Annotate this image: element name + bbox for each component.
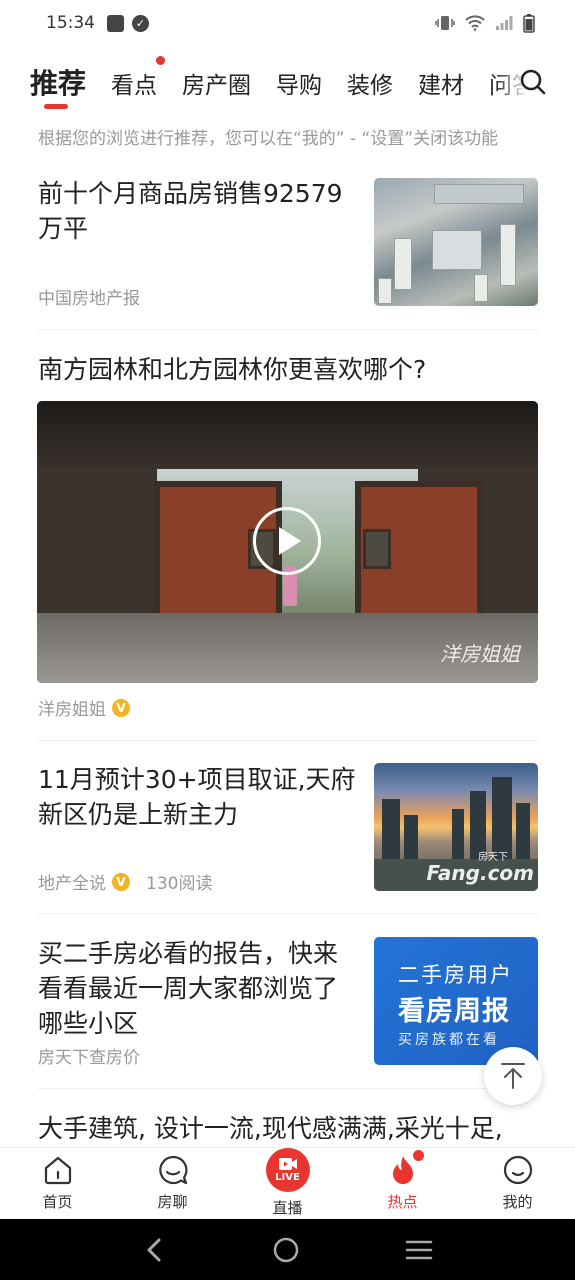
thumb-tower — [382, 799, 400, 861]
verified-icon: V — [112, 698, 130, 717]
nav-live[interactable]: LIVE 直播 — [230, 1148, 345, 1219]
thumb-tower — [452, 809, 464, 861]
banner-line-3: 买房族都在看 — [398, 1032, 500, 1048]
system-navigation-bar — [0, 1219, 575, 1280]
message-notification-icon — [107, 14, 124, 32]
nav-label: 直播 — [272, 1199, 303, 1217]
category-tabs: 推荐 看点 房产圈 导购 装修 建材 问答 — [0, 56, 575, 112]
article-thumbnail-aerial-city[interactable] — [374, 178, 538, 306]
thumb-building — [434, 184, 524, 204]
nav-label: 热点 — [387, 1193, 418, 1211]
article-meta: 房天下查房价 — [38, 1043, 140, 1068]
nav-chat[interactable]: 房聊 — [115, 1148, 230, 1219]
thumb-building — [394, 238, 412, 290]
notification-icons: ✓ — [107, 14, 149, 32]
divider — [38, 913, 538, 914]
article-title: 11月预计30+项目取证,天府新区仍是上新主力 — [38, 765, 356, 829]
banner-line-2: 看房周报 — [398, 996, 510, 1027]
article-thumbnail-skyline[interactable]: 房天下 Fang.com — [374, 763, 538, 891]
feed-item-4[interactable]: 买二手房必看的报告，快来看看最近一周大家都浏览了哪些小区 — [38, 936, 348, 1041]
video-scene — [355, 481, 483, 629]
feed-item-3[interactable]: 11月预计30+项目取证,天府新区仍是上新主力 — [38, 762, 358, 832]
article-source: 洋房姐姐 — [38, 700, 106, 720]
signal-icon — [496, 16, 513, 30]
thumb-building — [500, 224, 516, 286]
recommendation-hint: 根据您的浏览进行推荐，您可以在“我的” - “设置”关闭该功能 — [38, 129, 499, 149]
tab-property-circle[interactable]: 房产圈 — [182, 56, 251, 100]
article-thumbnail-banner[interactable]: 二手房用户 看房周报 买房族都在看 — [374, 937, 538, 1065]
video-watermark: 洋房姐姐 — [440, 642, 520, 666]
article-title: 前十个月商品房销售92579万平 — [38, 179, 343, 243]
thumb-tower — [516, 803, 530, 861]
article-title: 买二手房必看的报告，快来看看最近一周大家都浏览了哪些小区 — [38, 939, 339, 1038]
tab-highlights[interactable]: 看点 — [111, 56, 166, 100]
battery-icon — [523, 14, 535, 33]
check-notification-icon: ✓ — [132, 14, 149, 32]
thumb-building — [378, 278, 392, 304]
read-count: 130阅读 — [146, 874, 213, 894]
article-meta: 地产全说 V 130阅读 — [38, 869, 212, 894]
nav-label: 我的 — [502, 1193, 533, 1211]
nav-home[interactable]: 首页 — [0, 1148, 115, 1219]
article-title: 大手建筑, 设计一流,现代感满满,采光十足, — [38, 1114, 503, 1143]
tab-materials[interactable]: 建材 — [418, 56, 464, 100]
vibrate-icon — [435, 16, 455, 30]
tab-recommend[interactable]: 推荐 — [30, 56, 86, 109]
tab-shopping-guide[interactable]: 导购 — [276, 56, 322, 100]
back-icon[interactable] — [143, 1236, 167, 1264]
status-bar: 15:34 ✓ — [0, 0, 575, 46]
feed-item-2[interactable]: 南方园林和北方园林你更喜欢哪个? — [38, 352, 538, 387]
article-source: 中国房地产报 — [38, 289, 140, 309]
arrow-up-icon — [501, 1063, 525, 1089]
video-scene — [363, 529, 391, 569]
video-scene — [37, 401, 538, 471]
divider — [38, 1088, 538, 1089]
fang-logo: Fang.com — [426, 861, 534, 885]
status-time: 15:34 — [46, 13, 95, 33]
play-icon[interactable] — [253, 507, 321, 575]
article-source: 房天下查房价 — [38, 1048, 140, 1068]
thumb-building — [432, 230, 482, 270]
verified-icon: V — [112, 872, 130, 891]
back-to-top-button[interactable] — [484, 1047, 542, 1105]
divider — [38, 740, 538, 741]
home-circle-icon[interactable] — [272, 1236, 300, 1264]
recents-icon[interactable] — [405, 1238, 433, 1262]
article-title: 南方园林和北方园林你更喜欢哪个? — [38, 355, 427, 384]
video-scene — [37, 469, 157, 629]
nav-label: 首页 — [42, 1193, 73, 1211]
profile-icon — [502, 1154, 534, 1186]
thumb-building — [474, 274, 488, 302]
article-meta: 洋房姐姐 V — [38, 695, 130, 720]
nav-profile[interactable]: 我的 — [460, 1148, 575, 1219]
thumb-tower — [404, 815, 418, 861]
feed-item-1[interactable]: 前十个月商品房销售92579万平 — [38, 176, 358, 246]
article-meta: 中国房地产报 — [38, 284, 140, 309]
feed-item-5[interactable]: 大手建筑, 设计一流,现代感满满,采光十足, — [38, 1111, 538, 1147]
video-player[interactable]: 洋房姐姐 — [37, 401, 538, 683]
nav-label: 房聊 — [157, 1193, 188, 1211]
chat-icon — [157, 1154, 189, 1186]
live-icon: LIVE — [265, 1148, 310, 1192]
article-source: 地产全说 — [38, 874, 106, 894]
nav-hot[interactable]: 热点 — [345, 1148, 460, 1219]
live-badge: LIVE — [275, 1172, 300, 1183]
search-icon[interactable] — [519, 68, 547, 96]
nav-new-dot — [413, 1150, 424, 1161]
system-status-icons — [435, 13, 535, 33]
tab-decoration[interactable]: 装修 — [347, 56, 393, 100]
bottom-navigation: 首页 房聊 LIVE 直播 热点 我的 — [0, 1147, 575, 1219]
play-triangle — [279, 527, 301, 555]
home-icon — [42, 1154, 74, 1186]
divider — [38, 329, 538, 330]
tab-new-dot — [156, 56, 166, 65]
banner-line-1: 二手房用户 — [398, 963, 513, 987]
wifi-icon — [465, 15, 485, 31]
